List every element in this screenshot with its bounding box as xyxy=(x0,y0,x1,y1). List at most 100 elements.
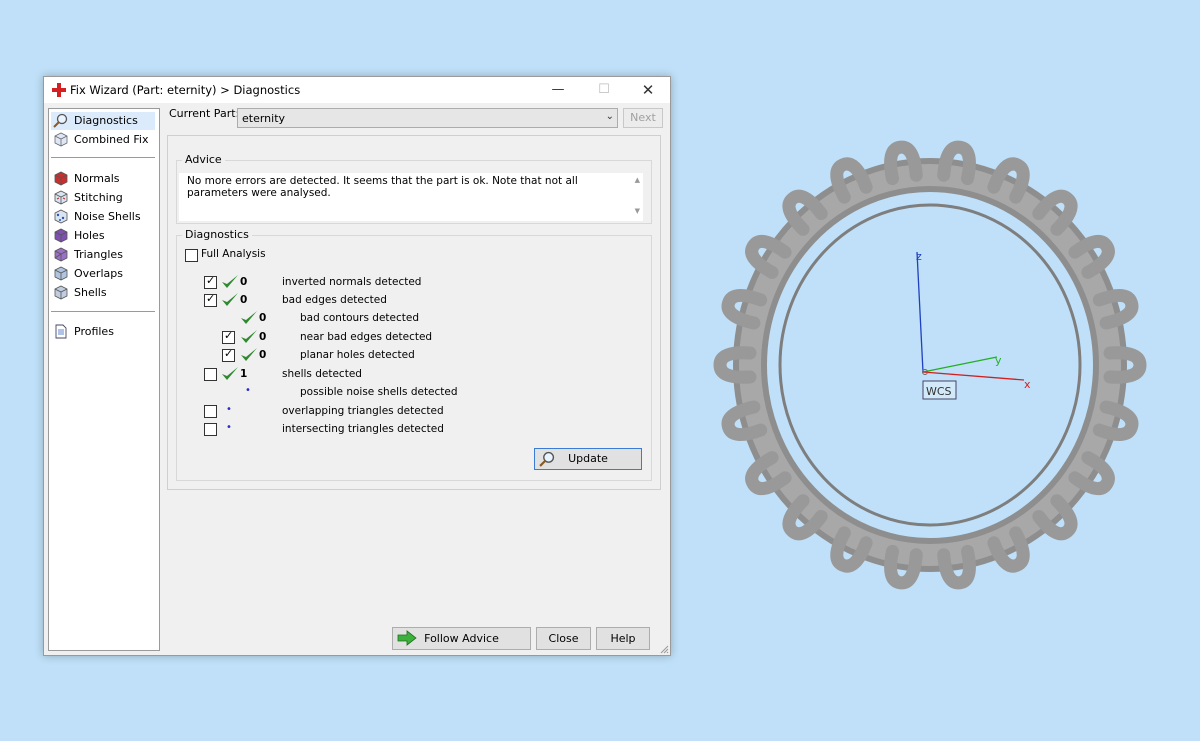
wcs-label: WCS xyxy=(926,385,952,398)
sidebar-item-label: Noise Shells xyxy=(74,210,141,223)
resize-grip-icon[interactable] xyxy=(659,644,669,654)
maximize-button[interactable]: ☐ xyxy=(584,77,624,103)
diagnostics-group-title: Diagnostics xyxy=(182,228,252,241)
diagnostics-panel: Advice No more errors are detected. It s… xyxy=(167,135,661,490)
update-label: Update xyxy=(568,452,608,465)
model-viewport[interactable]: z y x WCS xyxy=(690,110,1170,630)
x-axis-label: x xyxy=(1024,378,1031,391)
close-button[interactable]: Close xyxy=(536,627,591,650)
advice-text: No more errors are detected. It seems th… xyxy=(187,175,578,199)
sidebar-item-label: Normals xyxy=(74,172,120,185)
green-check-icon xyxy=(241,311,257,324)
green-check-icon xyxy=(241,348,257,361)
intersecting-triangles-label: intersecting triangles detected xyxy=(282,423,444,435)
sidebar-divider xyxy=(51,157,155,158)
checkmark-icon: ✓ xyxy=(224,347,234,360)
sidebar-item-diagnostics[interactable]: Diagnostics xyxy=(51,112,155,130)
chevron-down-icon: ⌄ xyxy=(605,111,614,122)
inverted-normals-count: 0 xyxy=(240,276,248,288)
bad-edges-count: 0 xyxy=(240,294,248,306)
sidebar-item-label: Combined Fix xyxy=(74,133,149,146)
noise-shells-icon xyxy=(54,209,68,224)
shells-count: 1 xyxy=(240,368,248,380)
current-part-select[interactable]: eternity ⌄ xyxy=(237,108,618,128)
sidebar-item-noise-shells[interactable]: Noise Shells xyxy=(51,208,155,226)
minimize-button[interactable]: — xyxy=(538,77,578,103)
checkmark-icon: ✓ xyxy=(206,292,216,305)
advice-textbox[interactable]: No more errors are detected. It seems th… xyxy=(179,173,643,221)
near-bad-edges-count: 0 xyxy=(259,331,267,343)
stitching-cube-icon xyxy=(54,190,68,205)
overlapping-triangles-checkbox[interactable] xyxy=(204,405,217,418)
full-analysis-label: Full Analysis xyxy=(201,248,266,260)
z-axis-label: z xyxy=(916,250,922,263)
ring-model xyxy=(713,140,1147,590)
sidebar-item-triangles[interactable]: Triangles xyxy=(51,246,155,264)
follow-advice-label: Follow Advice xyxy=(424,632,499,645)
title-bar[interactable]: Fix Wizard (Part: eternity) > Diagnostic… xyxy=(44,77,670,103)
shells-checkbox[interactable] xyxy=(204,368,217,381)
follow-advice-button[interactable]: Follow Advice xyxy=(392,627,531,650)
sidebar-item-holes[interactable]: Holes xyxy=(51,227,155,245)
sidebar-item-normals[interactable]: Normals xyxy=(51,170,155,188)
scroll-up-icon[interactable]: ▲ xyxy=(635,176,640,184)
magnifier-icon xyxy=(539,451,555,467)
inverted-normals-checkbox[interactable]: ✓ xyxy=(204,274,217,289)
bad-contours-label: bad contours detected xyxy=(300,312,419,324)
current-part-label: Current Part: xyxy=(169,107,240,120)
sidebar-item-label: Shells xyxy=(74,286,107,299)
checkmark-icon: ✓ xyxy=(206,274,216,287)
bad-edges-checkbox[interactable]: ✓ xyxy=(204,292,217,307)
red-cross-icon xyxy=(52,83,66,97)
bad-edges-label: bad edges detected xyxy=(282,294,387,306)
advice-group: Advice No more errors are detected. It s… xyxy=(176,153,652,224)
sidebar-item-stitching[interactable]: Stitching xyxy=(51,189,155,207)
normals-cube-icon xyxy=(54,171,68,186)
overlapping-triangles-label: overlapping triangles detected xyxy=(282,405,444,417)
next-button[interactable]: Next xyxy=(623,108,663,128)
overlaps-cube-icon xyxy=(54,266,68,281)
current-part-value: eternity xyxy=(242,112,286,125)
sidebar-item-profiles[interactable]: Profiles xyxy=(51,323,155,341)
scroll-down-icon[interactable]: ▼ xyxy=(635,207,640,215)
green-check-icon xyxy=(222,275,238,288)
bad-contours-count: 0 xyxy=(259,312,267,324)
sidebar-item-label: Overlaps xyxy=(74,267,123,280)
cube-icon xyxy=(54,132,68,147)
sidebar-divider xyxy=(51,311,155,312)
holes-cube-icon xyxy=(54,228,68,243)
advice-group-title: Advice xyxy=(182,153,225,166)
coordinate-axes: z y x WCS xyxy=(916,250,1031,400)
triangles-cube-icon xyxy=(54,247,68,262)
planar-holes-checkbox[interactable]: ✓ xyxy=(222,347,235,362)
sidebar-item-label: Stitching xyxy=(74,191,123,204)
intersecting-triangles-checkbox[interactable] xyxy=(204,423,217,436)
magnifier-icon xyxy=(53,113,68,128)
planar-holes-count: 0 xyxy=(259,349,267,361)
sidebar-item-label: Profiles xyxy=(74,325,114,338)
document-icon xyxy=(55,324,67,339)
green-check-icon xyxy=(222,293,238,306)
noise-shells-label: possible noise shells detected xyxy=(300,386,458,398)
update-button[interactable]: Update xyxy=(534,448,642,470)
sidebar-item-combined-fix[interactable]: Combined Fix xyxy=(51,131,155,149)
sidebar-item-shells[interactable]: Shells xyxy=(51,284,155,302)
sidebar-item-label: Diagnostics xyxy=(74,114,138,127)
overlapping-triangles-count: • xyxy=(226,404,232,415)
inverted-normals-label: inverted normals detected xyxy=(282,276,422,288)
window-title: Fix Wizard (Part: eternity) > Diagnostic… xyxy=(70,83,301,97)
help-button[interactable]: Help xyxy=(596,627,650,650)
close-window-button[interactable]: ✕ xyxy=(628,77,668,103)
checkmark-icon: ✓ xyxy=(224,329,234,342)
near-bad-edges-label: near bad edges detected xyxy=(300,331,433,343)
sidebar-item-label: Triangles xyxy=(74,248,123,261)
green-arrow-icon xyxy=(397,630,417,646)
green-check-icon xyxy=(222,367,238,380)
diagnostics-group: Diagnostics Full Analysis ✓ 0 inverted n… xyxy=(176,228,652,481)
y-axis-label: y xyxy=(995,354,1002,367)
near-bad-edges-checkbox[interactable]: ✓ xyxy=(222,329,235,344)
full-analysis-checkbox[interactable] xyxy=(185,249,198,262)
sidebar-item-overlaps[interactable]: Overlaps xyxy=(51,265,155,283)
noise-shells-count: • xyxy=(245,385,251,396)
sidebar-item-label: Holes xyxy=(74,229,105,242)
